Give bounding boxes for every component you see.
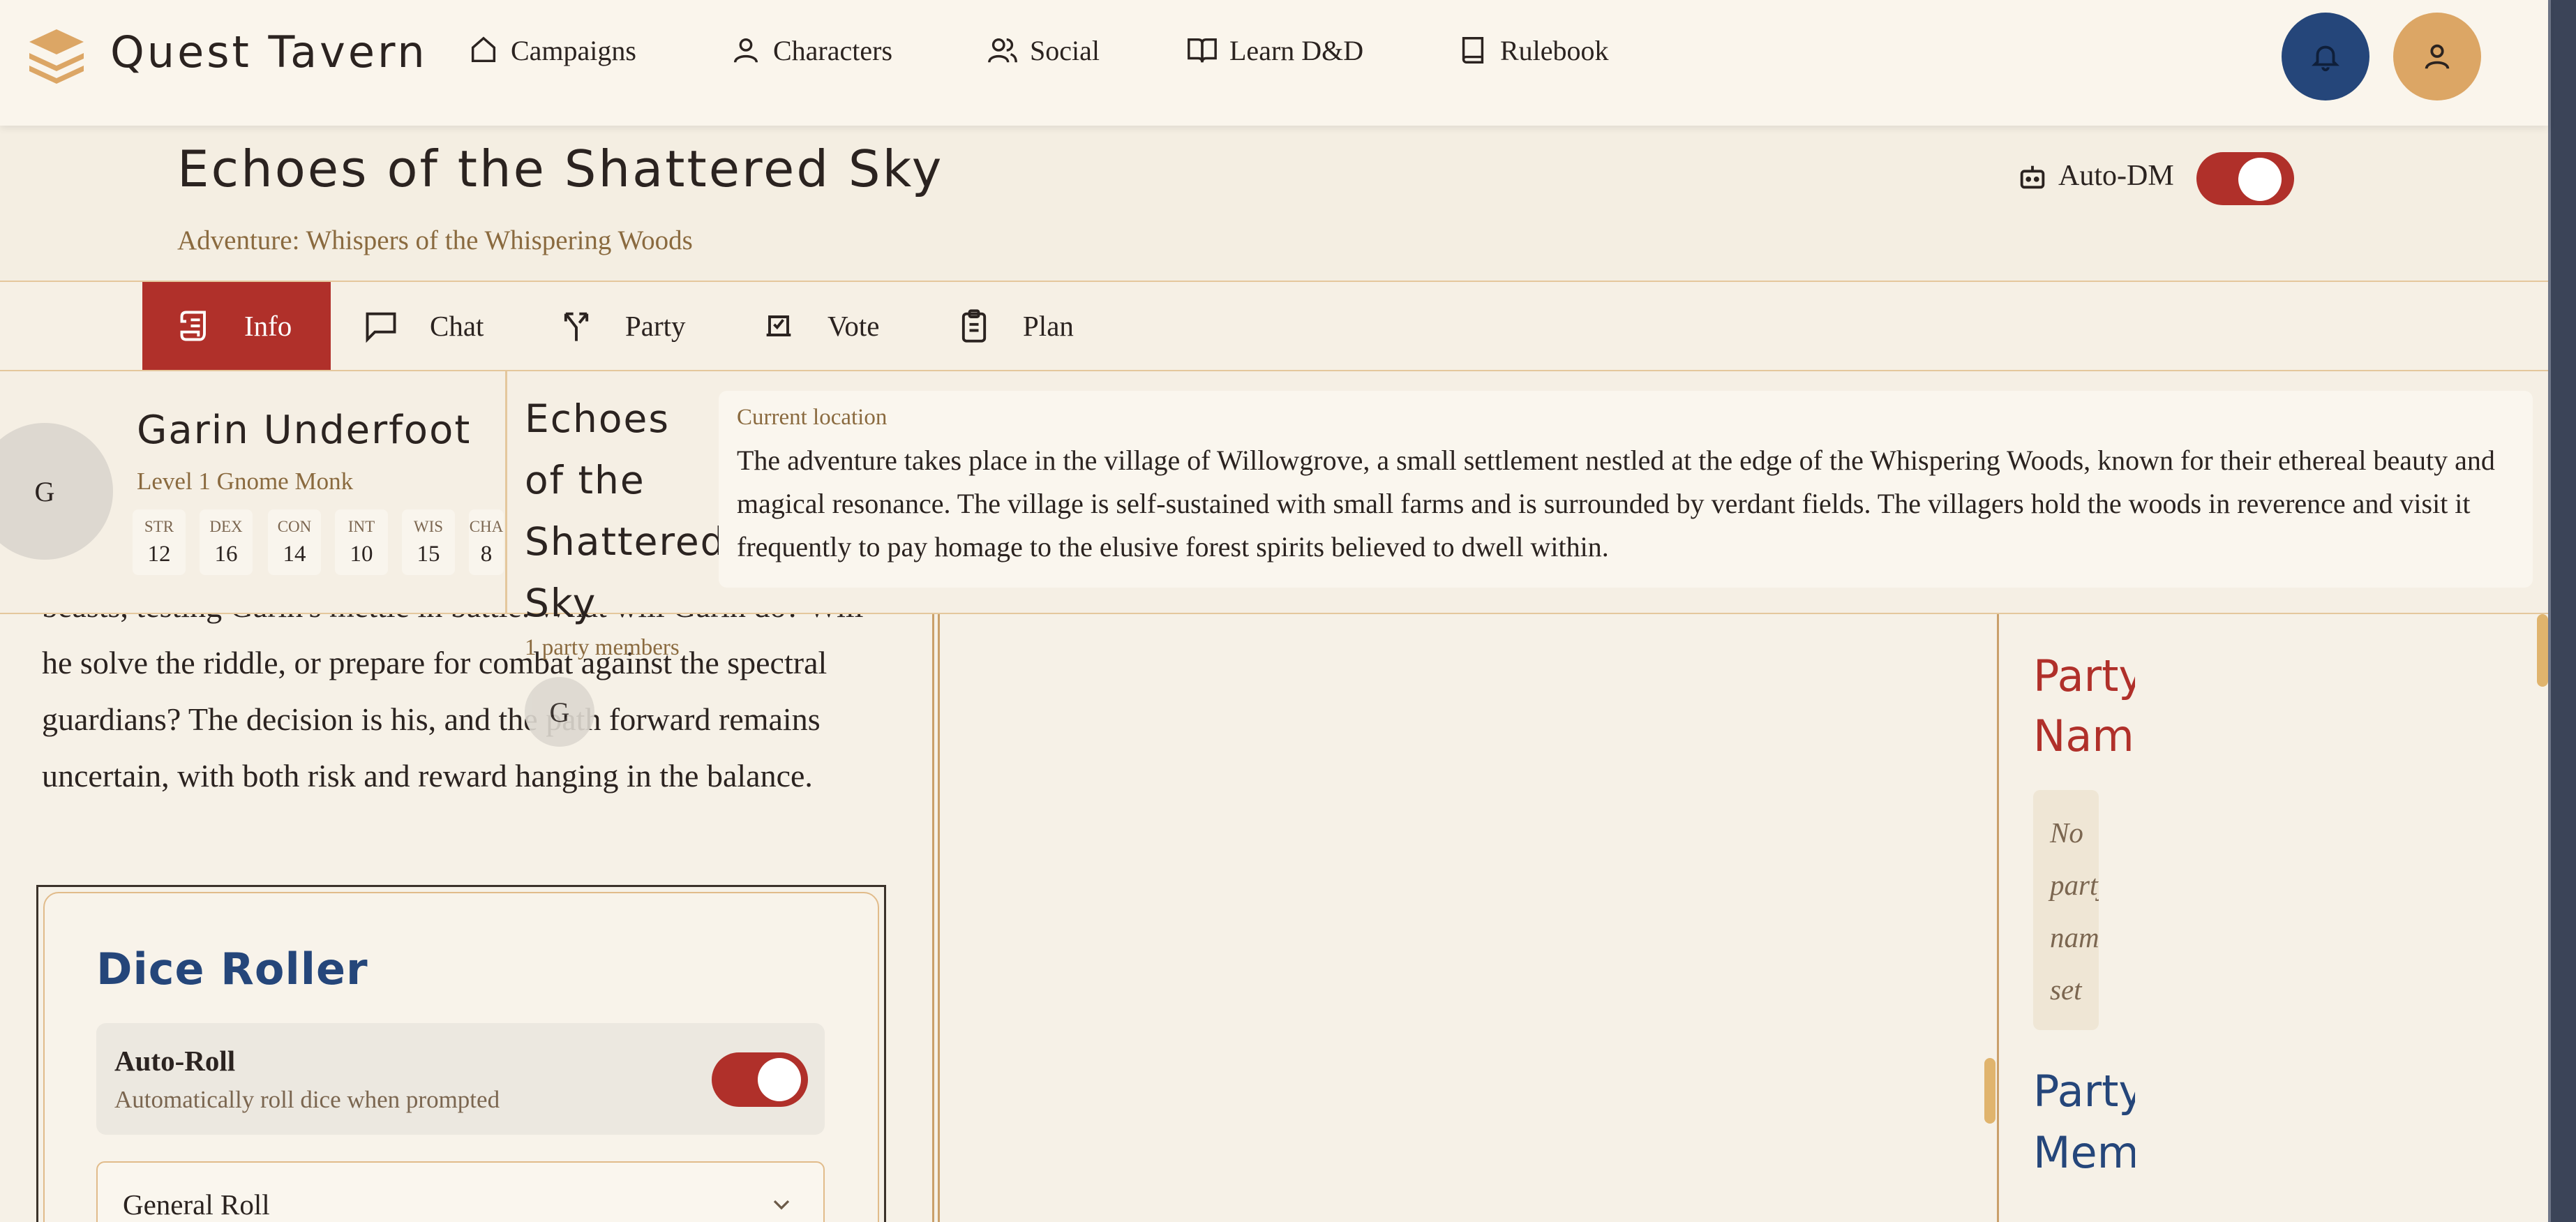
nav-characters-label: Characters: [773, 34, 893, 66]
stat-wis: WIS 15: [402, 509, 455, 575]
stat-value: 16: [214, 542, 238, 567]
profile-button[interactable]: [2393, 13, 2481, 100]
stat-value: 10: [350, 542, 373, 567]
tab-info-label: Info: [244, 310, 292, 342]
content-scrollbar-thumb[interactable]: [1984, 1058, 1995, 1124]
bot-icon: [2020, 165, 2045, 189]
tab-party-label: Party: [625, 310, 686, 342]
tab-info[interactable]: Info: [142, 282, 331, 370]
nav-campaigns[interactable]: Campaigns: [467, 29, 636, 71]
main-content-area: [935, 614, 1998, 1222]
stat-value: 14: [283, 542, 306, 567]
chat-icon: [366, 312, 396, 343]
column-divider: [932, 614, 934, 1222]
stat-value: 15: [417, 542, 440, 567]
column-divider: [1997, 614, 1999, 1222]
character-name: Garin Underfoot: [137, 408, 472, 453]
no-party-name-text: No party name set: [2050, 817, 2099, 1006]
roll-type-value[interactable]: General Roll: [123, 1188, 270, 1221]
character-level: Level 1 Gnome Monk: [137, 468, 354, 495]
party-members-heading: Party Members: [2033, 1066, 2135, 1178]
current-location-text: The adventure takes place in the village…: [737, 445, 2495, 562]
current-location-label: Current location: [737, 405, 888, 430]
tab-plan-label: Plan: [1023, 310, 1074, 342]
tab-chat[interactable]: Chat: [363, 282, 484, 370]
stat-value: 8: [480, 542, 493, 567]
vote-icon: [766, 315, 791, 336]
party-name-empty-state: No party name set: [2033, 790, 2099, 1030]
auto-dm-label: Auto-DM: [2058, 160, 2174, 192]
stat-con: CON 14: [268, 509, 321, 575]
nav-campaigns-label: Campaigns: [511, 34, 636, 66]
tab-party[interactable]: Party: [558, 282, 686, 370]
user-icon: [733, 38, 758, 63]
home-icon: [471, 36, 496, 63]
nav-rulebook-label: Rulebook: [1500, 34, 1609, 66]
tab-chat-label: Chat: [430, 310, 484, 342]
stat-label: INT: [347, 518, 375, 535]
users-icon: [988, 38, 1017, 63]
split-icon: [564, 312, 589, 341]
nav-learn-label: Learn D&D: [1229, 34, 1364, 66]
stat-cha: CHA 8: [469, 509, 504, 575]
nav-social[interactable]: Social: [987, 29, 1100, 71]
panel-divider: [505, 371, 507, 614]
stat-label: DEX: [209, 518, 243, 535]
stat-label: CHA: [469, 518, 504, 535]
auto-roll-title: Auto-Roll: [114, 1045, 236, 1077]
campaign-title: Echoes of the Shattered Sky: [177, 140, 944, 198]
nav-rulebook[interactable]: Rulebook: [1457, 29, 1609, 71]
tab-vote-label: Vote: [828, 310, 880, 342]
scrollbar-gutter[interactable]: [2551, 0, 2576, 1222]
adventure-subtitle: Adventure: Whispers of the Whispering Wo…: [177, 225, 693, 255]
stat-label: CON: [277, 518, 312, 535]
brand-name[interactable]: Quest Tavern: [110, 27, 428, 77]
layers-logo-icon[interactable]: [27, 27, 87, 87]
stat-dex: DEX 16: [200, 509, 253, 575]
party-member-count: 1 party members: [525, 635, 680, 660]
notifications-button[interactable]: [2282, 13, 2369, 100]
auto-roll-description: Automatically roll dice when prompted: [114, 1086, 500, 1113]
party-member-avatar[interactable]: G: [525, 677, 594, 747]
stat-int: INT 10: [335, 509, 388, 575]
stat-str: STR 12: [133, 509, 186, 575]
auto-roll-toggle-knob[interactable]: [758, 1058, 801, 1101]
stat-label: STR: [144, 518, 174, 535]
scroll-icon: [180, 311, 206, 341]
column-divider: [938, 614, 940, 1222]
campaign-title-compact: Echoes of the Shattered Sky: [525, 396, 726, 625]
current-location-card: Current location The adventure takes pla…: [719, 391, 2533, 588]
user-icon: [2425, 44, 2450, 69]
open-book-icon: [1188, 38, 1217, 63]
nav-characters[interactable]: Characters: [730, 29, 892, 71]
stat-label: WIS: [413, 518, 444, 535]
bell-icon: [2312, 45, 2339, 72]
auto-dm-toggle-knob[interactable]: [2238, 158, 2282, 201]
tab-vote[interactable]: Vote: [761, 282, 879, 370]
book-icon: [1462, 37, 1484, 64]
tab-plan[interactable]: Plan: [956, 282, 1074, 370]
nav-social-label: Social: [1030, 34, 1100, 66]
nav-learn[interactable]: Learn D&D: [1186, 29, 1363, 71]
party-name-heading: Party Name: [2033, 650, 2135, 761]
chevron-down-icon[interactable]: [767, 1191, 795, 1219]
clipboard-icon: [961, 309, 987, 343]
dice-roller-title: Dice Roller: [96, 944, 368, 994]
sidebar-scrollbar-thumb[interactable]: [2537, 614, 2548, 687]
stat-value: 12: [147, 542, 171, 567]
